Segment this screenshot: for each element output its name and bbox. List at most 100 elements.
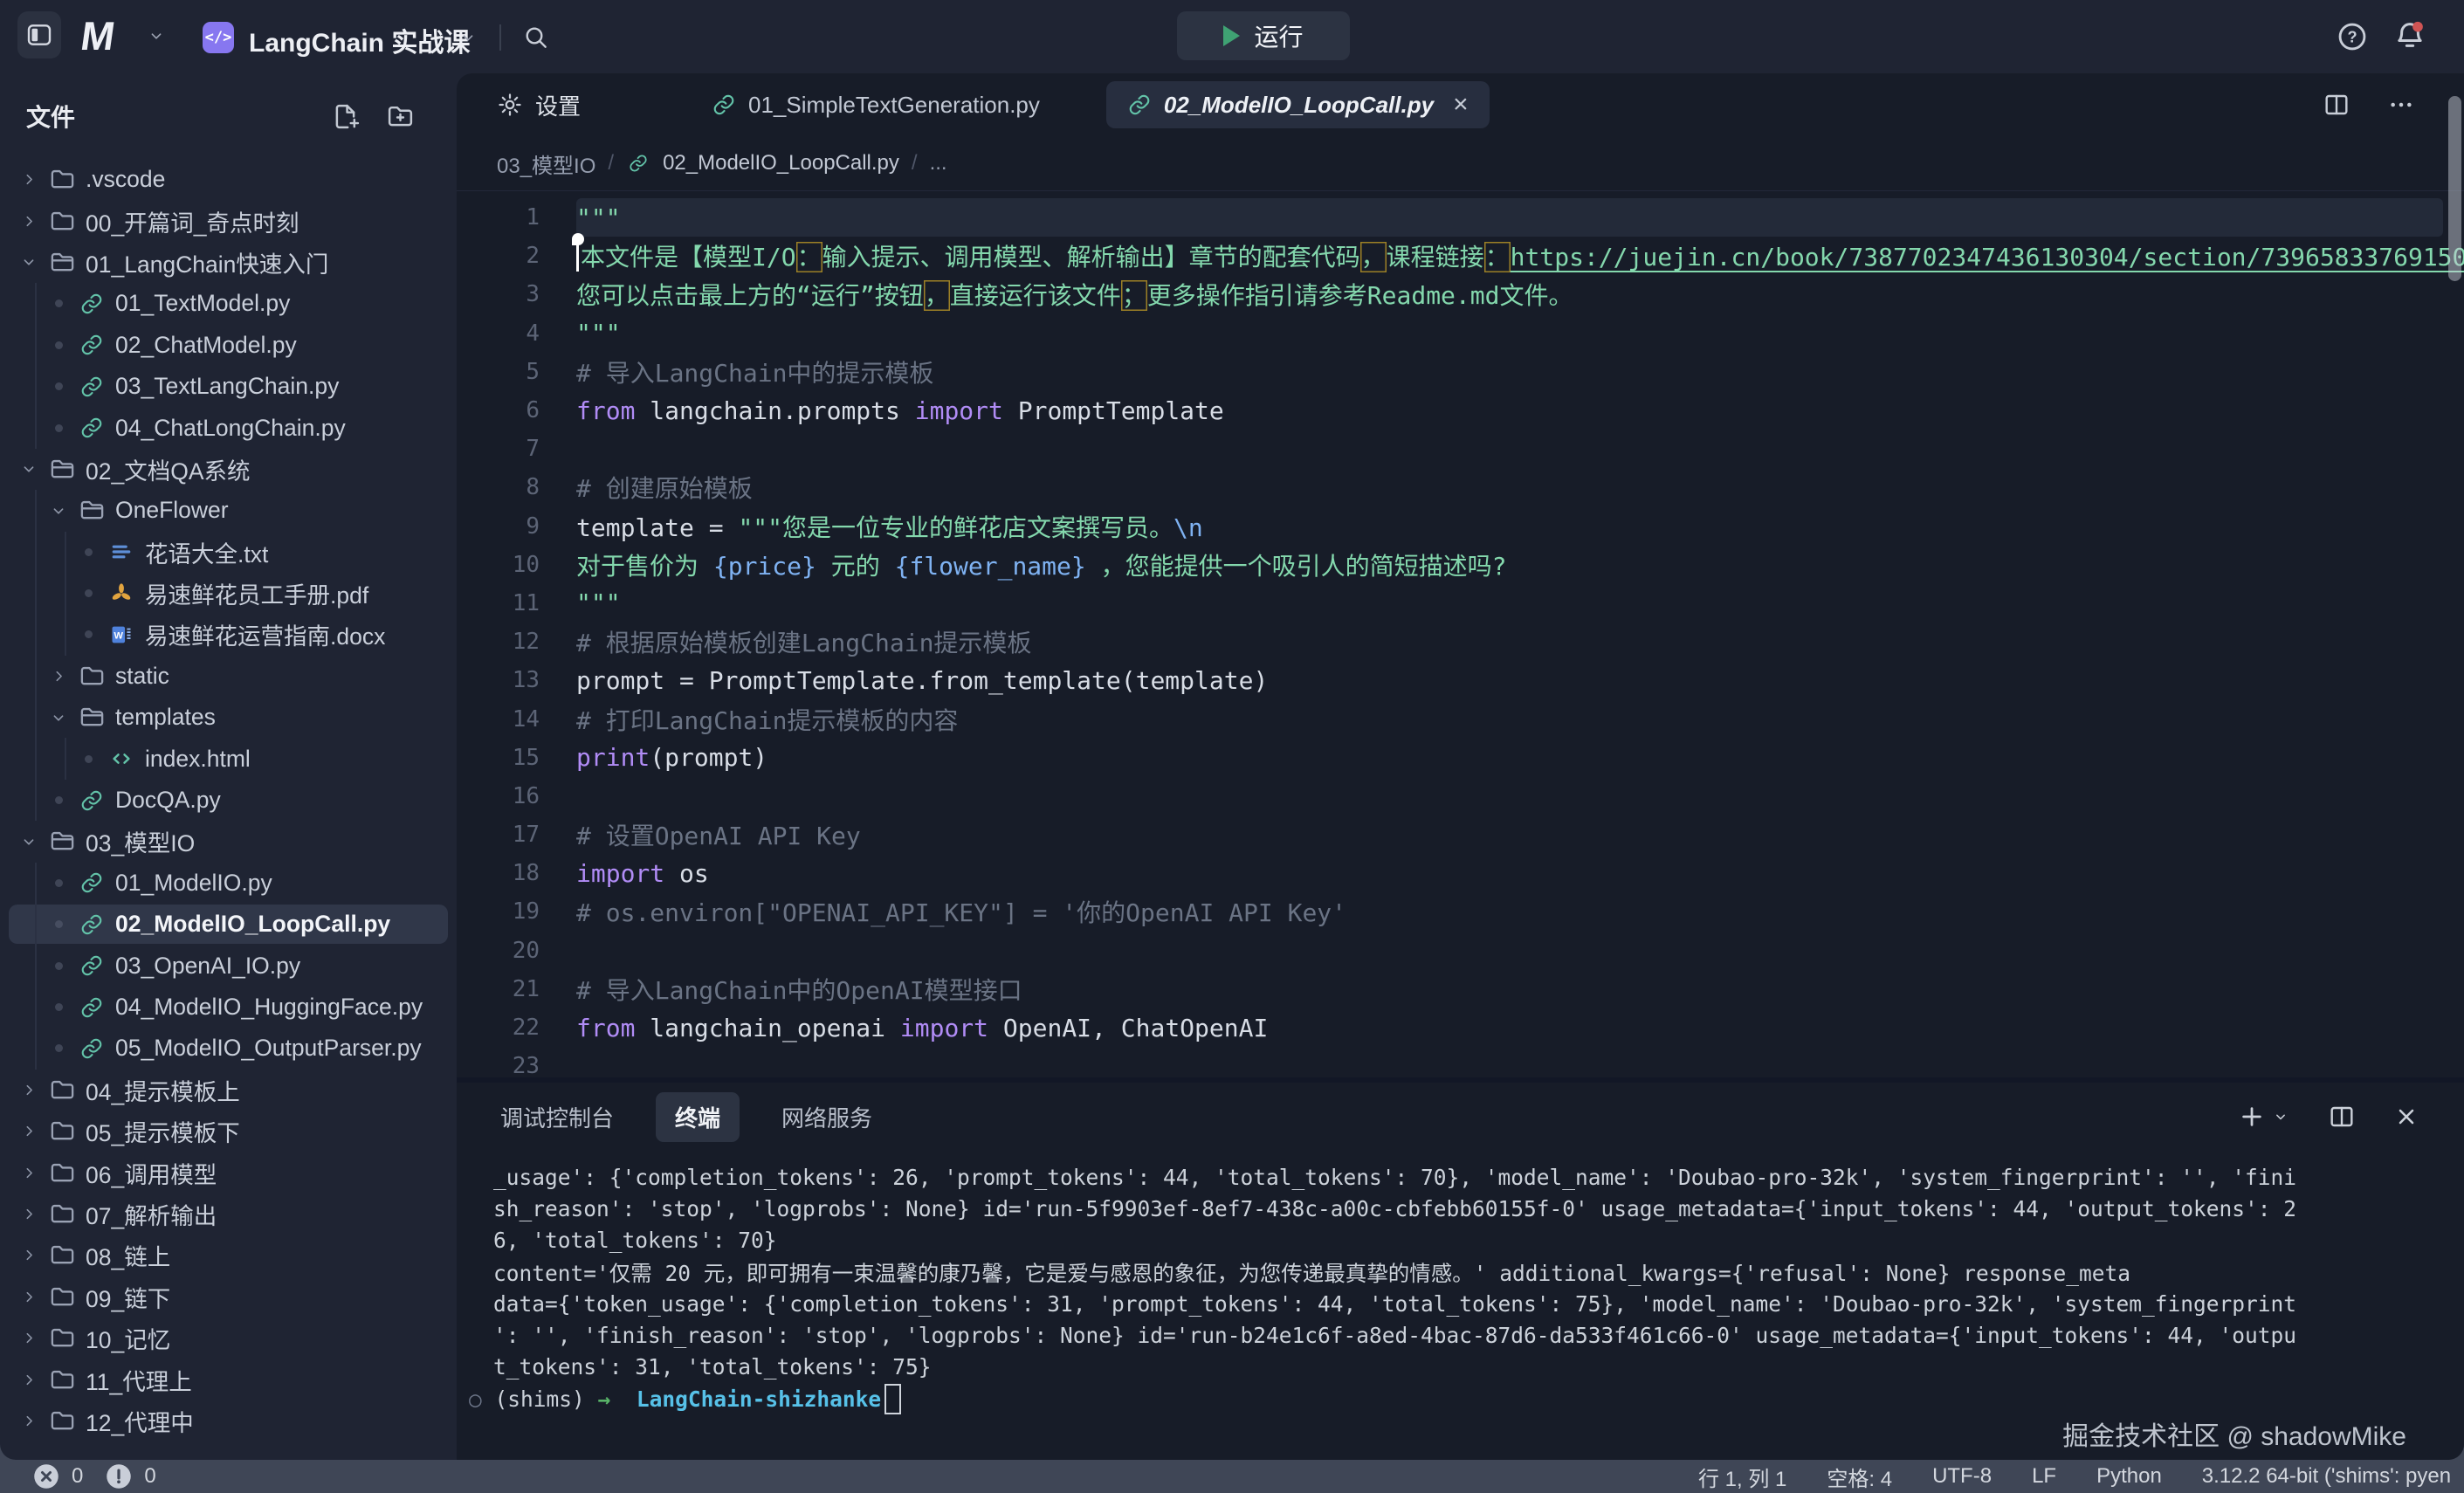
tree-file-DocQA.py[interactable]: DocQA.py bbox=[0, 780, 457, 821]
tree-item-label: 易速鲜花员工手册.pdf bbox=[145, 576, 368, 610]
tree-item-label: 01_TextModel.py bbox=[115, 290, 290, 317]
tree-folder-05_提示模板下[interactable]: 05_提示模板下 bbox=[0, 1111, 457, 1152]
notifications-bell-icon[interactable] bbox=[2392, 18, 2427, 53]
tree-folder-12_代理中[interactable]: 12_代理中 bbox=[0, 1400, 457, 1441]
more-actions-icon[interactable] bbox=[2387, 91, 2415, 119]
split-terminal-icon[interactable] bbox=[2328, 1103, 2356, 1131]
tab-modelio-loopcall-active[interactable]: 02_ModelIO_LoopCall.py × bbox=[1106, 81, 1490, 128]
chevron-down-icon[interactable] bbox=[17, 832, 40, 851]
tree-folder-01_LangChain快速入门[interactable]: 01_LangChain快速入门 bbox=[0, 242, 457, 283]
tree-file-04_ChatLongChain.py[interactable]: 04_ChatLongChain.py bbox=[0, 407, 457, 448]
terminal-output[interactable]: _usage': {'completion_tokens': 26, 'prom… bbox=[457, 1151, 2464, 1460]
tree-file-03_OpenAI_IO.py[interactable]: 03_OpenAI_IO.py bbox=[0, 945, 457, 986]
split-editor-icon[interactable] bbox=[2323, 91, 2350, 119]
file-type-py-icon bbox=[77, 292, 107, 316]
new-folder-icon[interactable] bbox=[386, 102, 415, 131]
panel-tab-调试控制台[interactable]: 调试控制台 bbox=[497, 1092, 617, 1142]
chevron-right-icon[interactable] bbox=[17, 1122, 40, 1140]
tree-folder-02_文档QA系统[interactable]: 02_文档QA系统 bbox=[0, 449, 457, 490]
tree-file-index.html[interactable]: index.html bbox=[0, 738, 457, 779]
chevron-right-icon[interactable] bbox=[17, 1329, 40, 1347]
tree-file-03_TextLangChain.py[interactable]: 03_TextLangChain.py bbox=[0, 366, 457, 407]
panel-tab-网络服务[interactable]: 网络服务 bbox=[778, 1092, 876, 1142]
chevron-down-icon[interactable] bbox=[47, 708, 70, 727]
project-chevron-icon[interactable] bbox=[458, 28, 478, 47]
terminal-line-4: content='仅需 20 元，即可拥有一束温馨的康乃馨，它是爱与感恩的象征，… bbox=[493, 1256, 2464, 1288]
search-icon[interactable] bbox=[522, 24, 550, 52]
chevron-right-icon[interactable] bbox=[17, 1164, 40, 1182]
chevron-right-icon[interactable] bbox=[17, 1288, 40, 1306]
statusbar-item[interactable]: 空格: 4 bbox=[1827, 1462, 1892, 1492]
tree-folder-.vscode[interactable]: .vscode bbox=[0, 159, 457, 200]
statusbar-item[interactable]: UTF-8 bbox=[1932, 1464, 1992, 1489]
project-name[interactable]: LangChain 实战课 bbox=[249, 21, 470, 59]
tab-simple-text-generation[interactable]: 01_SimpleTextGeneration.py bbox=[712, 92, 1040, 119]
code-line-16: 16 bbox=[457, 777, 2464, 815]
tree-folder-08_链上[interactable]: 08_链上 bbox=[0, 1235, 457, 1276]
tree-file-易速鲜花员工手册.pdf[interactable]: 易速鲜花员工手册.pdf bbox=[0, 573, 457, 614]
editor-scrollbar-thumb[interactable] bbox=[2448, 96, 2461, 281]
close-tab-icon[interactable]: × bbox=[1453, 92, 1469, 118]
tab-settings[interactable]: 设置 bbox=[497, 89, 581, 121]
app-logo[interactable]: M bbox=[78, 12, 116, 59]
tree-folder-09_链下[interactable]: 09_链下 bbox=[0, 1276, 457, 1318]
tree-folder-templates[interactable]: templates bbox=[0, 697, 457, 738]
help-icon[interactable]: ? bbox=[2336, 20, 2369, 53]
chevron-down-icon[interactable] bbox=[17, 459, 40, 478]
chevron-right-icon[interactable] bbox=[17, 1412, 40, 1430]
breadcrumb-separator: / bbox=[608, 151, 614, 175]
chevron-right-icon[interactable] bbox=[17, 212, 40, 230]
tree-folder-00_开篇词_奇点时刻[interactable]: 00_开篇词_奇点时刻 bbox=[0, 200, 457, 241]
code-line-7: 7 bbox=[457, 430, 2464, 468]
code-line-23: 23 bbox=[457, 1047, 2464, 1077]
tree-folder-04_提示模板上[interactable]: 04_提示模板上 bbox=[0, 1070, 457, 1111]
tree-file-02_ModelIO_LoopCall.py[interactable]: 02_ModelIO_LoopCall.py bbox=[0, 904, 457, 945]
problems-indicator[interactable]: 0 0 bbox=[0, 1463, 167, 1490]
chevron-right-icon[interactable] bbox=[47, 667, 70, 685]
chevron-right-icon[interactable] bbox=[17, 1371, 40, 1389]
new-file-icon[interactable] bbox=[331, 102, 360, 131]
tree-file-04_ModelIO_HuggingFace.py[interactable]: 04_ModelIO_HuggingFace.py bbox=[0, 987, 457, 1028]
chevron-right-icon[interactable] bbox=[17, 1081, 40, 1099]
panel-tab-终端[interactable]: 终端 bbox=[656, 1092, 740, 1142]
sidebar-toggle-button[interactable] bbox=[17, 11, 61, 58]
statusbar-item[interactable]: LF bbox=[2032, 1464, 2056, 1489]
tree-file-花语大全.txt[interactable]: 花语大全.txt bbox=[0, 532, 457, 573]
tree-folder-10_记忆[interactable]: 10_记忆 bbox=[0, 1318, 457, 1359]
folder-icon bbox=[47, 1159, 77, 1187]
code-editor[interactable]: 1"""2本文件是【模型I/O：输入提示、调用模型、解析输出】章节的配套代码，课… bbox=[457, 191, 2464, 1077]
chevron-down-icon[interactable] bbox=[47, 501, 70, 520]
tree-file-01_TextModel.py[interactable]: 01_TextModel.py bbox=[0, 283, 457, 324]
breadcrumb-file[interactable]: 02_ModelIO_LoopCall.py bbox=[663, 151, 899, 175]
tree-file-01_ModelIO.py[interactable]: 01_ModelIO.py bbox=[0, 863, 457, 904]
tree-folder-06_调用模型[interactable]: 06_调用模型 bbox=[0, 1152, 457, 1193]
tree-file-易速鲜花运营指南.docx[interactable]: W易速鲜花运营指南.docx bbox=[0, 614, 457, 655]
statusbar-item[interactable]: 3.12.2 64-bit ('shims': pyen bbox=[2202, 1464, 2451, 1489]
tree-item-label: 05_ModelIO_OutputParser.py bbox=[115, 1035, 422, 1062]
close-panel-icon[interactable] bbox=[2394, 1104, 2419, 1129]
logo-chevron-icon[interactable] bbox=[147, 26, 166, 45]
tree-file-02_ChatModel.py[interactable]: 02_ChatModel.py bbox=[0, 325, 457, 366]
folder-icon bbox=[47, 1077, 77, 1104]
chevron-down-icon[interactable] bbox=[17, 252, 40, 272]
tree-folder-07_解析输出[interactable]: 07_解析输出 bbox=[0, 1194, 457, 1235]
code-line-2: 2本文件是【模型I/O：输入提示、调用模型、解析输出】章节的配套代码，课程链接：… bbox=[457, 237, 2464, 275]
tree-folder-static[interactable]: static bbox=[0, 656, 457, 697]
breadcrumb-more[interactable]: ... bbox=[930, 151, 947, 175]
chevron-right-icon[interactable] bbox=[17, 1246, 40, 1264]
chevron-right-icon[interactable] bbox=[17, 170, 40, 189]
tree-folder-OneFlower[interactable]: OneFlower bbox=[0, 490, 457, 531]
new-terminal-button[interactable] bbox=[2239, 1104, 2289, 1130]
tree-item-label: DocQA.py bbox=[115, 787, 221, 814]
statusbar-item[interactable]: 行 1, 列 1 bbox=[1698, 1462, 1786, 1492]
statusbar-item[interactable]: Python bbox=[2096, 1464, 2162, 1489]
breadcrumb-folder[interactable]: 03_模型IO bbox=[497, 148, 595, 179]
run-button[interactable]: 运行 bbox=[1177, 11, 1350, 60]
terminal-cursor bbox=[884, 1384, 901, 1414]
folder-icon bbox=[47, 208, 77, 235]
tree-folder-03_模型IO[interactable]: 03_模型IO bbox=[0, 821, 457, 862]
tree-item-label: 易速鲜花运营指南.docx bbox=[145, 617, 385, 651]
tree-folder-11_代理上[interactable]: 11_代理上 bbox=[0, 1359, 457, 1400]
tree-file-05_ModelIO_OutputParser.py[interactable]: 05_ModelIO_OutputParser.py bbox=[0, 1028, 457, 1069]
chevron-right-icon[interactable] bbox=[17, 1205, 40, 1223]
